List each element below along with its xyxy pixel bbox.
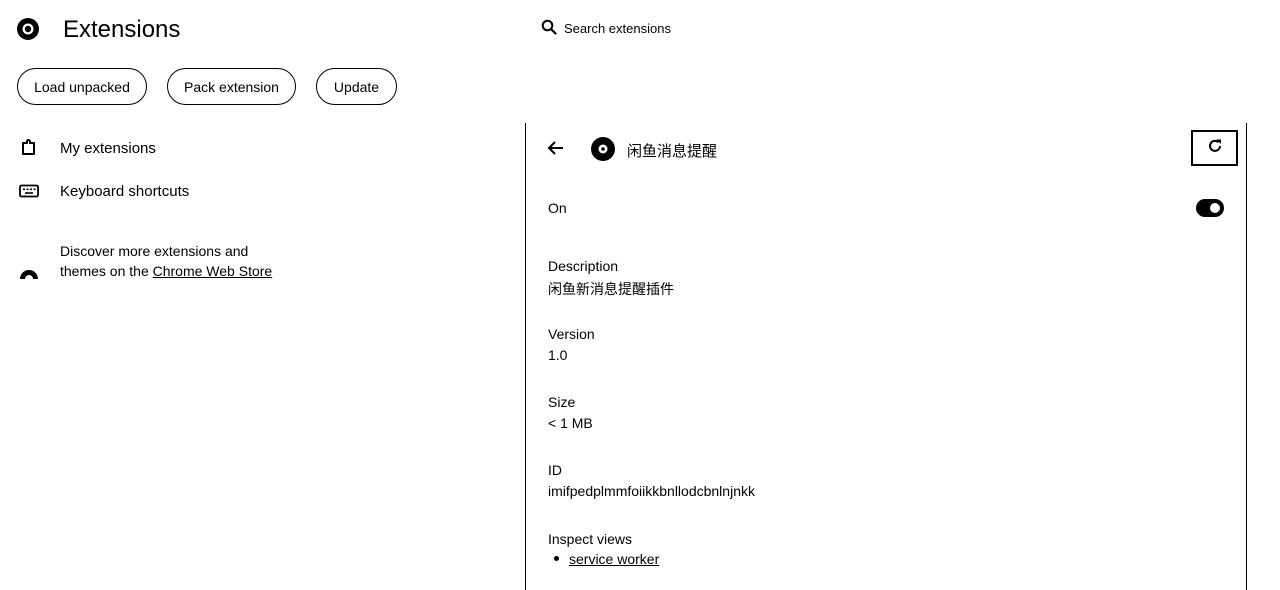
id-value: imifpedplmmfoiikkbnllodcbnlnjnkk <box>548 483 755 499</box>
inspect-views-label: Inspect views <box>548 531 633 547</box>
version-value: 1.0 <box>548 347 568 363</box>
id-label: ID <box>548 462 562 478</box>
service-worker-link[interactable]: service worker <box>569 551 659 567</box>
version-label: Version <box>548 326 595 342</box>
search-box[interactable]: Search extensions <box>541 19 671 38</box>
back-arrow-icon[interactable] <box>546 138 566 158</box>
chrome-web-store-icon <box>19 265 39 284</box>
list-bullet <box>554 556 559 561</box>
panel-divider <box>525 123 526 590</box>
page-title: Extensions <box>63 16 181 43</box>
puzzle-icon <box>18 137 40 159</box>
panel-scrollbar-edge <box>1246 123 1247 590</box>
enable-toggle[interactable] <box>1196 199 1224 217</box>
pack-extension-button[interactable]: Pack extension <box>167 68 296 105</box>
chrome-web-store-link[interactable]: Chrome Web Store <box>153 263 273 279</box>
update-button[interactable]: Update <box>316 68 397 105</box>
size-label: Size <box>548 394 576 410</box>
sidebar-item-label: My extensions <box>60 139 156 157</box>
search-input[interactable]: Search extensions <box>564 21 671 36</box>
sidebar-item-label: Keyboard shortcuts <box>60 182 190 200</box>
description-label: Description <box>548 258 619 274</box>
chrome-logo-icon <box>16 17 40 41</box>
sidebar-item-keyboard-shortcuts[interactable]: Keyboard shortcuts <box>18 180 189 202</box>
load-unpacked-button[interactable]: Load unpacked <box>17 68 147 105</box>
on-label: On <box>548 200 567 216</box>
size-value: < 1 MB <box>548 415 593 431</box>
reload-button[interactable] <box>1191 130 1238 166</box>
keyboard-icon <box>18 180 40 202</box>
description-value: 闲鱼新消息提醒插件 <box>548 281 674 297</box>
extension-name: 闲鱼消息提醒 <box>627 143 718 160</box>
reload-icon <box>1206 137 1224 160</box>
search-icon <box>541 19 557 38</box>
discover-more-text: Discover more extensions and themes on t… <box>60 241 280 281</box>
toggle-knob <box>1207 200 1223 216</box>
extension-icon <box>591 137 615 161</box>
sidebar-item-my-extensions[interactable]: My extensions <box>18 137 156 159</box>
